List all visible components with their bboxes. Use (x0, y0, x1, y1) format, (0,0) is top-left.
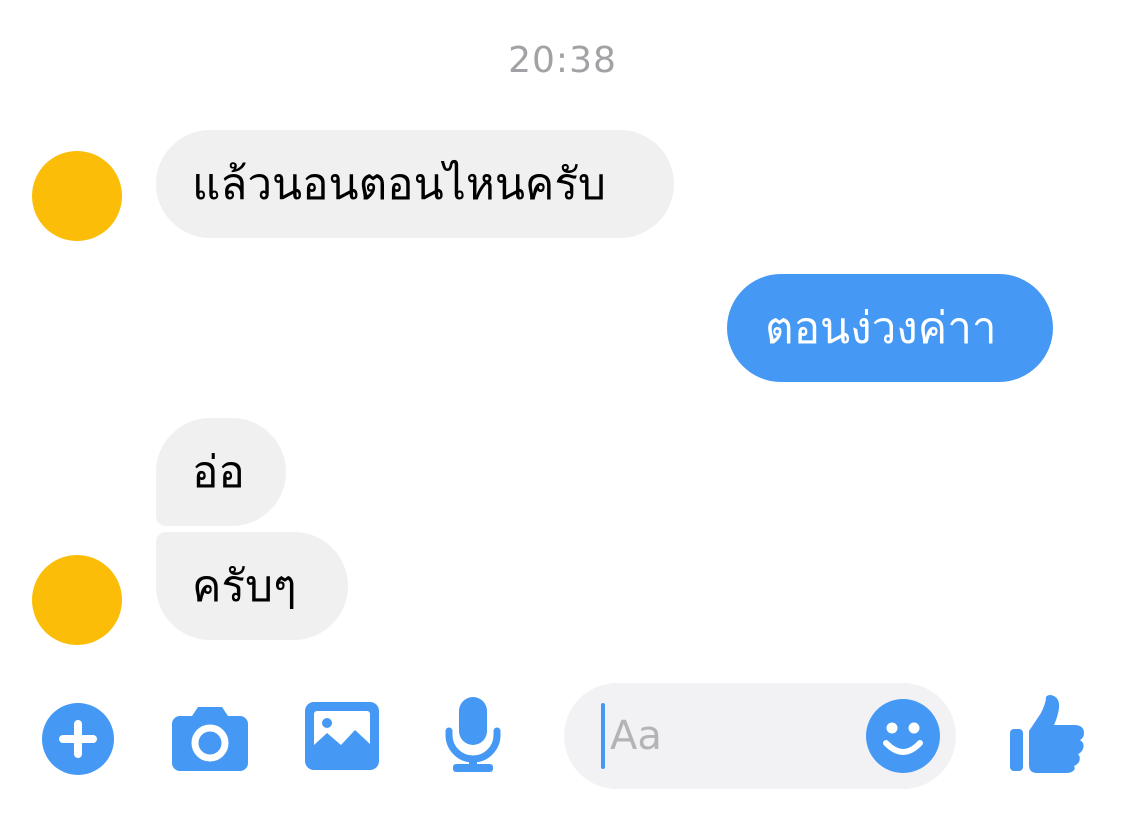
incoming-message-bubble[interactable]: อ่อ (156, 418, 286, 526)
camera-icon[interactable] (172, 703, 248, 775)
chat-screen: 20:38 แล้วนอนตอนไหนครับ ตอนง่วงค่าา อ่อ … (0, 0, 1125, 814)
message-text: ตอนง่วงค่าา (765, 303, 997, 354)
message-text: ครับๆ (192, 561, 297, 612)
message-text: แล้วนอนตอนไหนครับ (192, 159, 606, 210)
avatar[interactable] (32, 151, 122, 241)
plus-icon[interactable] (42, 703, 114, 779)
incoming-message-bubble[interactable]: ครับๆ (156, 532, 348, 640)
microphone-icon[interactable] (444, 697, 502, 777)
message-text: อ่อ (192, 447, 245, 498)
avatar[interactable] (32, 555, 122, 645)
thumbs-up-icon[interactable] (1010, 695, 1086, 777)
outgoing-message-bubble[interactable]: ตอนง่วงค่าา (727, 274, 1053, 382)
message-timestamp: 20:38 (508, 40, 617, 81)
text-cursor (601, 703, 605, 769)
incoming-message-bubble[interactable]: แล้วนอนตอนไหนครับ (156, 130, 674, 238)
gallery-icon[interactable] (305, 702, 379, 774)
smiley-icon[interactable] (866, 699, 940, 777)
message-input-placeholder: Aa (610, 713, 662, 759)
message-input[interactable]: Aa (564, 683, 956, 789)
